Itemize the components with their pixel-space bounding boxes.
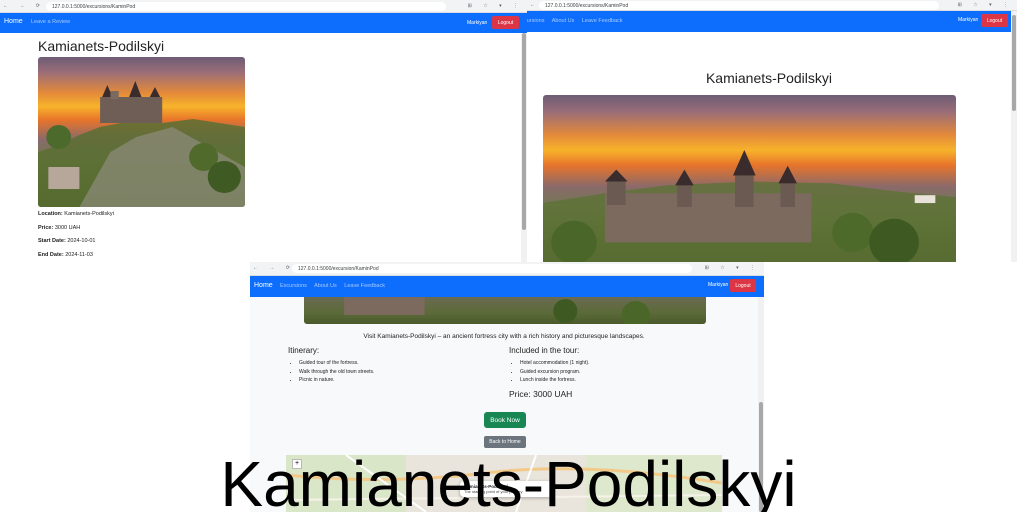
detail-end-date: End Date: 2024-11-03 (38, 251, 93, 258)
itinerary-item: Walk through the old town streets. (299, 368, 374, 377)
address-bar[interactable]: 127.0.0.1:5000/excursions/KaminPod (46, 2, 446, 11)
browser-window-2: ← → ⟳ 127.0.0.1:5000/excursions/KaminPod… (527, 0, 1017, 262)
browser-action-icons[interactable]: ⊞ ☆ ▾ ⋮ (958, 2, 1013, 8)
page-title: Kamianets-Podilskyi (38, 38, 165, 54)
browser-toolbar: ← → ⟳ 127.0.0.1:5000/excursion/KaminPod … (250, 262, 764, 276)
address-bar[interactable]: 127.0.0.1:5000/excursions/KaminPod (539, 1, 939, 10)
excursion-description: Visit Kamianets-Podilskyi – an ancient f… (363, 333, 645, 340)
itinerary-item: Guided tour of the fortress. (299, 359, 374, 368)
fortress-photo-bottom (304, 297, 706, 324)
included-item: Lunch inside the fortress. (520, 376, 589, 385)
included-section: Included in the tour: Hotel accommodatio… (509, 346, 589, 399)
caption-title: Kamianets-Podilskyi (220, 448, 797, 512)
included-item: Guided excursion program. (520, 368, 589, 377)
detail-start-date: Start Date: 2024-10-01 (38, 238, 96, 244)
browser-action-icons[interactable]: ⊞ ☆ ▾ ⋮ (468, 3, 523, 9)
price-label: Price: 3000 UAH (509, 388, 573, 399)
browser-nav-icons[interactable]: ← → ⟳ (253, 265, 295, 271)
browser-action-icons[interactable]: ⊞ ☆ ▾ ⋮ (705, 265, 760, 271)
fortress-photo-large (543, 95, 956, 262)
nav-username: Markiyan (708, 282, 729, 288)
nav-link-about[interactable]: About Us (552, 18, 575, 24)
back-to-home-button[interactable]: Back to Home (484, 436, 526, 448)
nav-link-excursions[interactable]: cursions (527, 18, 544, 24)
navbar: Home Leave a Review Markiyan Logout (0, 13, 527, 33)
book-now-button[interactable]: Book Now (484, 412, 526, 428)
nav-link-about[interactable]: About Us (314, 283, 337, 289)
itinerary-item: Picnic in nature. (299, 376, 374, 385)
address-bar[interactable]: 127.0.0.1:5000/excursion/KaminPod (292, 264, 692, 273)
nav-username: Markiyan (958, 17, 979, 23)
detail-location: Location: Kamianets-Podilskyi (38, 211, 114, 217)
navbar: cursions About Us Leave Feedback Markiya… (527, 11, 1017, 32)
nav-links: cursions About Us Leave Feedback (527, 18, 629, 24)
logout-button[interactable]: Logout (981, 14, 1008, 27)
itinerary-section: Itinerary: Guided tour of the fortress. … (288, 346, 374, 385)
page-title: Kamianets-Podilskyi (705, 70, 833, 86)
details-list: Location: Kamianets-Podilskyi Price: 300… (38, 208, 114, 262)
nav-link-feedback[interactable]: Leave Feedback (582, 18, 623, 24)
nav-link-feedback[interactable]: Leave Feedback (344, 283, 385, 289)
nav-brand-home[interactable]: Home (254, 282, 273, 289)
navbar: Home Excursions About Us Leave Feedback … (250, 276, 764, 297)
browser-toolbar: ← → ⟳ 127.0.0.1:5000/excursions/KaminPod… (527, 0, 1017, 11)
included-item: Hotel accommodation (1 night). (520, 359, 589, 368)
browser-nav-icons[interactable]: ← → ⟳ (3, 3, 45, 9)
nav-username: Markiyan (467, 20, 488, 26)
scrollbar[interactable] (1011, 11, 1017, 262)
detail-price: Price: 3000 UAH (38, 224, 81, 231)
fortress-photo (38, 57, 245, 207)
nav-links: Excursions About Us Leave Feedback (280, 283, 391, 289)
itinerary-title: Itinerary: (288, 346, 320, 355)
logout-button[interactable]: Logout (492, 16, 519, 29)
nav-brand-home[interactable]: Home (4, 18, 23, 25)
browser-toolbar: ← → ⟳ 127.0.0.1:5000/excursions/KaminPod… (0, 0, 527, 13)
browser-window-1: ← → ⟳ 127.0.0.1:5000/excursions/KaminPod… (0, 0, 527, 262)
nav-link-leave-review[interactable]: Leave a Review (31, 19, 70, 25)
logout-button[interactable]: Logout (730, 279, 756, 292)
included-title: Included in the tour: (509, 346, 580, 355)
nav-link-excursions[interactable]: Excursions (280, 283, 307, 289)
